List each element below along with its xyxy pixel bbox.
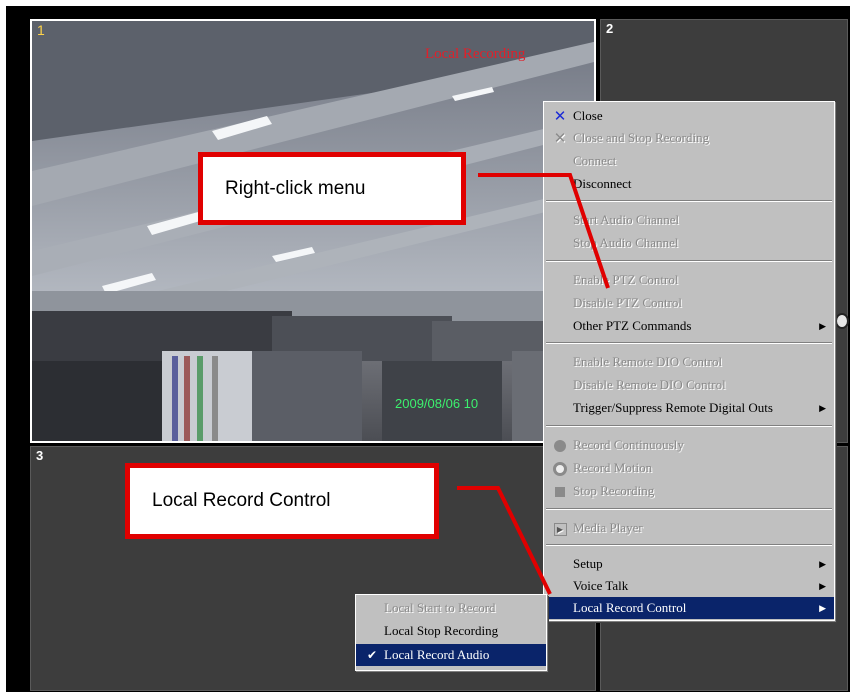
submenu-item-local-record-audio[interactable]: ✔ Local Record Audio — [356, 644, 546, 666]
menu-item-disable-dio[interactable]: Disable Remote DIO Control — [544, 374, 834, 396]
close-x-icon: ✕ — [553, 129, 567, 147]
menu-item-start-audio[interactable]: Start Audio Channel — [544, 209, 834, 231]
callout-right-click-menu: Right-click menu — [198, 152, 466, 225]
close-x-icon: ✕ — [553, 107, 567, 125]
stop-square-icon — [552, 480, 568, 502]
context-menu: ✕ Close ✕ Close and Stop Recording Conne… — [543, 101, 835, 621]
local-recording-label: Local Recording — [425, 46, 526, 62]
pane-number: 3 — [36, 448, 44, 463]
menu-separator — [546, 342, 832, 344]
menu-separator — [546, 544, 832, 546]
menu-item-other-ptz[interactable]: Other PTZ Commands ▶ — [544, 315, 834, 337]
submenu-arrow-icon: ▶ — [819, 403, 826, 413]
menu-item-stop-audio[interactable]: Stop Audio Channel — [544, 232, 834, 254]
menu-separator — [546, 425, 832, 427]
record-circle-icon — [552, 434, 568, 456]
menu-separator — [546, 200, 832, 202]
menu-item-record-continuously[interactable]: Record Continuously — [544, 434, 834, 456]
menu-item-setup[interactable]: Setup ▶ — [544, 553, 834, 575]
menu-separator — [546, 260, 832, 262]
submenu-item-local-start-record[interactable]: Local Start to Record — [356, 597, 546, 619]
local-record-submenu: Local Start to Record Local Stop Recordi… — [355, 594, 547, 671]
motion-circle-icon — [552, 457, 568, 479]
menu-item-close[interactable]: ✕ Close — [544, 105, 834, 127]
menu-item-record-motion[interactable]: Record Motion — [544, 457, 834, 479]
menu-item-stop-recording[interactable]: Stop Recording — [544, 480, 834, 502]
pane-number: 2 — [606, 21, 614, 36]
menu-item-disable-ptz[interactable]: Disable PTZ Control — [544, 292, 834, 314]
ptz-indicator-icon — [835, 313, 849, 329]
submenu-arrow-icon: ▶ — [819, 603, 826, 613]
menu-item-local-record-control[interactable]: Local Record Control ▶ — [544, 597, 834, 619]
menu-separator — [546, 508, 832, 510]
callout-local-record-control: Local Record Control — [125, 463, 439, 539]
menu-item-enable-dio[interactable]: Enable Remote DIO Control — [544, 351, 834, 373]
checkmark-icon: ✔ — [366, 648, 378, 662]
video-timestamp: 2009/08/06 10 — [395, 396, 479, 411]
pane-number: 1 — [37, 22, 45, 38]
menu-item-close-stop-recording[interactable]: ✕ Close and Stop Recording — [544, 127, 834, 149]
submenu-arrow-icon: ▶ — [819, 559, 826, 569]
camera-view-image — [32, 21, 594, 441]
menu-item-enable-ptz[interactable]: Enable PTZ Control — [544, 269, 834, 291]
menu-item-disconnect[interactable]: Disconnect — [544, 173, 834, 195]
menu-item-voice-talk[interactable]: Voice Talk ▶ — [544, 575, 834, 597]
submenu-arrow-icon: ▶ — [819, 321, 826, 331]
menu-item-trigger-digital-outs[interactable]: Trigger/Suppress Remote Digital Outs ▶ — [544, 397, 834, 419]
submenu-item-local-stop-recording[interactable]: Local Stop Recording — [356, 620, 546, 642]
menu-item-media-player[interactable]: ▶ Media Player — [544, 517, 834, 539]
submenu-arrow-icon: ▶ — [819, 581, 826, 591]
menu-item-connect[interactable]: Connect — [544, 150, 834, 172]
media-player-icon: ▶ — [552, 517, 568, 539]
video-pane-1[interactable]: 1 — [30, 19, 596, 443]
